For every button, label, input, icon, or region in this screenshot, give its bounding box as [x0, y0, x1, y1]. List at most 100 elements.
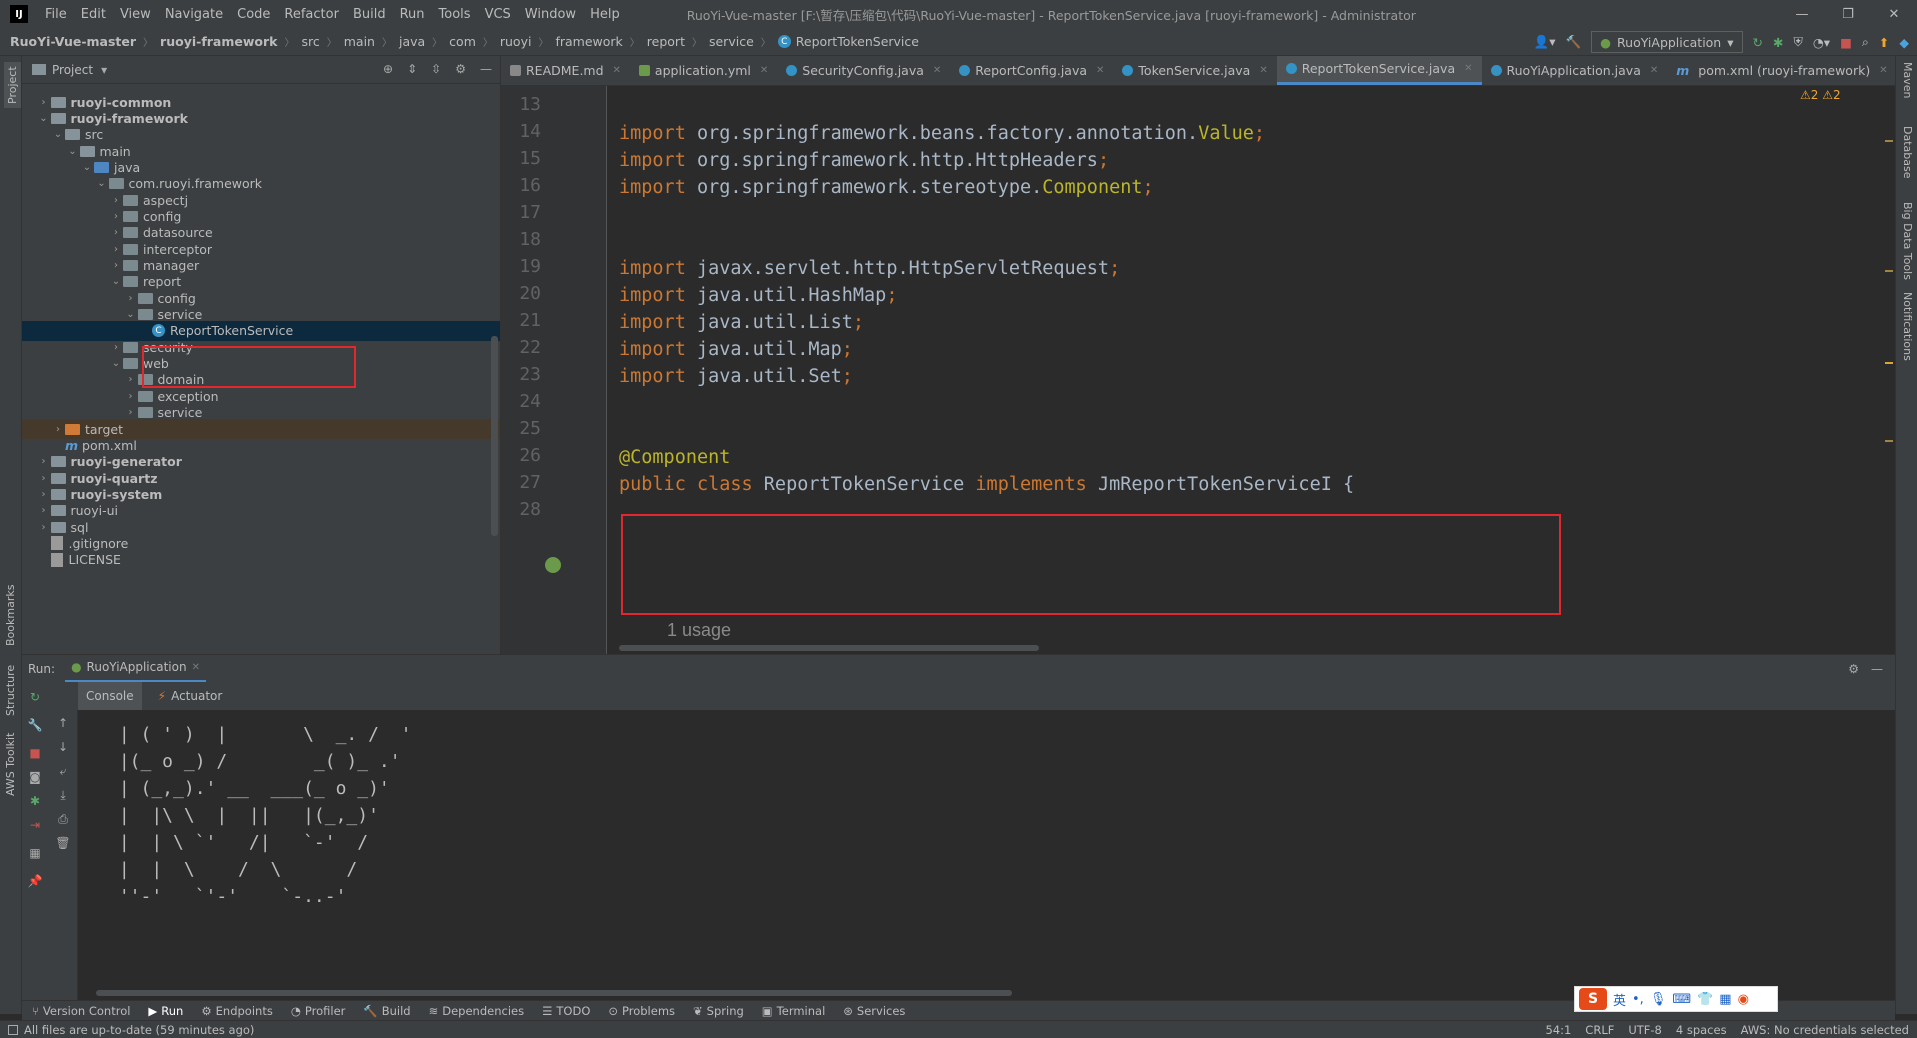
- menu-item-help[interactable]: Help: [583, 7, 627, 22]
- gear-icon[interactable]: ⚙: [1848, 662, 1859, 676]
- code-line[interactable]: import java.util.HashMap;: [619, 285, 897, 306]
- editor-hscroll[interactable]: [619, 645, 1039, 651]
- code-line[interactable]: import org.springframework.stereotype.Co…: [619, 177, 1154, 198]
- menu-item-refactor[interactable]: Refactor: [277, 7, 346, 22]
- project-scrollbar[interactable]: [491, 336, 498, 536]
- structure-tool-button[interactable]: Structure: [4, 665, 17, 716]
- stripe-mark[interactable]: [1885, 270, 1893, 272]
- chevron-right-icon[interactable]: ›: [37, 456, 51, 467]
- breadcrumb-item[interactable]: report: [647, 34, 685, 49]
- keyboard-icon[interactable]: ⌨: [1672, 992, 1691, 1007]
- big-data-tools-button[interactable]: Big Data Tools: [1901, 202, 1914, 280]
- chevron-down-icon[interactable]: ▾: [101, 63, 107, 77]
- breadcrumb-item[interactable]: ruoyi-framework: [160, 34, 277, 49]
- rerun-icon[interactable]: ↻: [28, 690, 42, 704]
- chevron-right-icon[interactable]: ›: [37, 97, 51, 108]
- trash-icon[interactable]: 🗑: [55, 836, 70, 850]
- chevron-right-icon[interactable]: ›: [124, 391, 138, 402]
- code-line[interactable]: import java.util.Map;: [619, 339, 853, 360]
- punctuation-icon[interactable]: •,: [1632, 992, 1644, 1007]
- chevron-right-icon[interactable]: ›: [109, 211, 123, 222]
- user-icon[interactable]: 👤▾: [1534, 34, 1556, 50]
- print-icon[interactable]: ⎙: [56, 812, 70, 826]
- caret-position[interactable]: 54:1: [1545, 1023, 1571, 1037]
- chevron-down-icon[interactable]: ⌄: [80, 162, 94, 173]
- aws-credentials[interactable]: AWS: No credentials selected: [1741, 1023, 1909, 1037]
- menu-item-run[interactable]: Run: [393, 7, 432, 22]
- search-icon[interactable]: ⌕: [1862, 34, 1869, 50]
- code-line[interactable]: import org.springframework.beans.factory…: [619, 123, 1265, 144]
- tool-window-profiler[interactable]: ◔ Profiler: [291, 1004, 346, 1018]
- chevron-right-icon[interactable]: ›: [124, 374, 138, 385]
- tree-item[interactable]: LICENSE: [22, 550, 500, 570]
- aws-toolkit-tool-button[interactable]: AWS Toolkit: [4, 733, 17, 796]
- microphone-icon[interactable]: 🎙: [1650, 992, 1667, 1007]
- editor-tab[interactable]: README.md ✕: [501, 56, 630, 85]
- plugin-icon[interactable]: ◆: [1899, 35, 1909, 50]
- emoji-icon[interactable]: ◉: [1738, 992, 1749, 1007]
- chevron-right-icon[interactable]: ›: [37, 522, 51, 533]
- chevron-down-icon[interactable]: ⌄: [66, 146, 80, 157]
- close-icon[interactable]: ✕: [1464, 63, 1472, 74]
- run-config-selector[interactable]: ● RuoYiApplication ▾: [1591, 31, 1743, 53]
- maven-tool-button[interactable]: Maven: [1901, 62, 1914, 98]
- actuator-tab[interactable]: ⚡ Actuator: [150, 682, 231, 710]
- notifications-tool-button[interactable]: Notifications: [1901, 292, 1914, 361]
- tool-window-build[interactable]: 🔨 Build: [363, 1004, 410, 1018]
- close-icon[interactable]: ✕: [192, 662, 200, 673]
- chevron-right-icon[interactable]: ›: [51, 424, 65, 435]
- tool-window-endpoints[interactable]: ⚙ Endpoints: [201, 1004, 273, 1018]
- hide-icon[interactable]: —: [1871, 662, 1883, 676]
- editor-tab[interactable]: SecurityConfig.java ✕: [777, 56, 950, 85]
- code-line[interactable]: import java.util.Set;: [619, 366, 853, 387]
- code-line[interactable]: @Component: [619, 447, 730, 468]
- tool-window-problems[interactable]: ⊙ Problems: [608, 1004, 675, 1018]
- stop-icon[interactable]: ■: [1840, 35, 1852, 50]
- run-config-tab[interactable]: ● RuoYiApplication ✕: [65, 655, 206, 683]
- breadcrumb-item[interactable]: src: [301, 34, 319, 49]
- close-icon[interactable]: ✕: [1871, 0, 1917, 28]
- tool-window-spring[interactable]: ❦ Spring: [693, 1004, 744, 1018]
- breadcrumb-item[interactable]: ruoyi: [500, 34, 532, 49]
- menu-item-file[interactable]: File: [38, 7, 74, 22]
- breadcrumb-item[interactable]: java: [399, 34, 425, 49]
- stop-icon[interactable]: ■: [28, 746, 42, 760]
- chevron-right-icon[interactable]: ›: [109, 227, 123, 238]
- stripe-mark[interactable]: [1885, 140, 1893, 142]
- restore-icon[interactable]: ❐: [1825, 0, 1871, 28]
- breadcrumb-item[interactable]: framework: [555, 34, 622, 49]
- chevron-right-icon[interactable]: ›: [109, 260, 123, 271]
- status-message[interactable]: All files are up-to-date (59 minutes ago…: [24, 1023, 254, 1037]
- console-tab[interactable]: Console: [78, 682, 142, 710]
- layout-icon[interactable]: ▦: [28, 846, 42, 860]
- menu-item-code[interactable]: Code: [230, 7, 277, 22]
- tool-window-run[interactable]: ▶ Run: [148, 1004, 183, 1018]
- menu-item-navigate[interactable]: Navigate: [158, 7, 230, 22]
- chevron-down-icon[interactable]: ⌄: [95, 178, 109, 189]
- pin-icon[interactable]: 📌: [28, 874, 43, 888]
- sogou-logo-icon[interactable]: S: [1579, 988, 1607, 1010]
- editor-tab[interactable]: ReportTokenService.java ✕: [1276, 56, 1482, 85]
- editor-tab[interactable]: RuoYiApplication.java ✕: [1482, 56, 1668, 85]
- database-tool-button[interactable]: Database: [1901, 126, 1914, 179]
- chevron-right-icon[interactable]: ›: [37, 473, 51, 484]
- code-line[interactable]: import java.util.List;: [619, 312, 864, 333]
- close-icon[interactable]: ✕: [1096, 65, 1104, 76]
- up-arrow-icon[interactable]: ↑: [56, 716, 70, 730]
- exit-icon[interactable]: ⇥: [28, 818, 42, 832]
- spring-bean-icon[interactable]: [545, 557, 561, 573]
- close-icon[interactable]: ✕: [613, 65, 621, 76]
- close-icon[interactable]: ✕: [1650, 65, 1658, 76]
- code-line[interactable]: import org.springframework.http.HttpHead…: [619, 150, 1109, 171]
- editor-tab[interactable]: application.yml ✕: [630, 56, 777, 85]
- code-line[interactable]: import javax.servlet.http.HttpServletReq…: [619, 258, 1120, 279]
- bookmarks-tool-button[interactable]: Bookmarks: [4, 585, 17, 646]
- inspection-warnings[interactable]: ⚠2 ⚠2: [1800, 88, 1841, 102]
- line-separator[interactable]: CRLF: [1585, 1023, 1614, 1037]
- breadcrumb-item[interactable]: main: [344, 34, 375, 49]
- debug-icon[interactable]: ✱: [28, 794, 42, 808]
- wrench-icon[interactable]: 🔧: [28, 718, 43, 732]
- soft-wrap-icon[interactable]: ⤶: [56, 764, 70, 778]
- menu-item-vcs[interactable]: VCS: [478, 7, 518, 22]
- locate-icon[interactable]: ⊕: [383, 62, 393, 76]
